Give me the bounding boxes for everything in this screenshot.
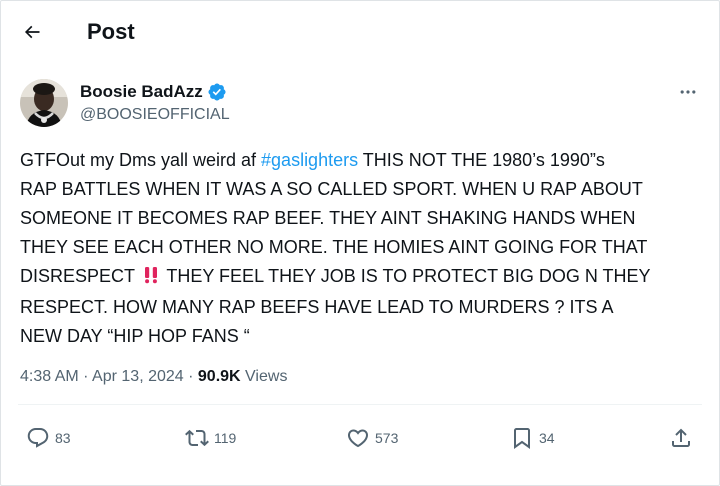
- tweet-text-segment: THEY FEEL THEY JOB IS TO PROTECT BIG DOG…: [161, 266, 651, 286]
- tweet-line: THEY SEE EACH OTHER NO MORE. THE HOMIES …: [20, 237, 648, 257]
- repost-icon: [185, 429, 209, 447]
- tweet-line: SOMEONE IT BECOMES RAP BEEF. THEY AINT S…: [20, 208, 636, 228]
- tweet-text-segment: THIS NOT THE 1980’s 1990”s: [358, 150, 605, 170]
- avatar[interactable]: [20, 79, 68, 127]
- back-arrow-icon: [24, 25, 40, 39]
- meta-separator: ·: [78, 368, 93, 385]
- bookmark-count: 34: [539, 430, 555, 446]
- author-display-name[interactable]: Boosie BadAzz: [80, 81, 203, 103]
- double-exclamation-emoji-icon: [142, 264, 160, 293]
- author-name-row: Boosie BadAzz: [80, 81, 227, 103]
- verified-badge-icon: [208, 83, 226, 101]
- author-handle[interactable]: @BOOSIEOFFICIAL: [80, 105, 230, 125]
- like-count: 573: [375, 430, 399, 446]
- more-button[interactable]: [672, 80, 704, 104]
- tweet-line: DISRESPECT THEY FEEL THEY JOB IS TO PROT…: [20, 262, 710, 293]
- share-button[interactable]: [669, 420, 693, 456]
- tweet-line: NEW DAY “HIP HOP FANS “: [20, 326, 250, 346]
- like-icon: [347, 429, 369, 448]
- page-header: Post: [0, 0, 720, 64]
- divider: [18, 404, 702, 405]
- repost-count: 119: [214, 430, 237, 446]
- post-time[interactable]: 4:38 AM: [20, 368, 79, 385]
- post-date[interactable]: Apr 13, 2024: [92, 368, 184, 385]
- share-icon: [672, 428, 690, 447]
- page-title: Post: [87, 19, 135, 44]
- back-button[interactable]: [14, 14, 50, 50]
- tweet-text-segment: GTFOut my Dms yall weird af: [20, 150, 262, 170]
- bookmark-icon: [514, 428, 530, 449]
- tweet-line: RESPECT. HOW MANY RAP BEEFS HAVE LEAD TO…: [20, 297, 614, 317]
- reply-button[interactable]: 83: [26, 420, 71, 456]
- avatar-image: [20, 79, 68, 127]
- more-icon: [680, 90, 696, 94]
- tweet-line: RAP BATTLES WHEN IT WAS A SO CALLED SPOR…: [20, 179, 643, 199]
- bookmark-button[interactable]: 34: [510, 420, 555, 456]
- views-label: Views: [245, 368, 288, 385]
- action-bar: 83 119 573 34: [0, 420, 720, 456]
- meta-separator: ·: [183, 368, 198, 385]
- post-meta: 4:38 AM · Apr 13, 2024 · 90.9K Views: [20, 366, 287, 388]
- repost-button[interactable]: 119: [185, 420, 236, 456]
- hashtag-link[interactable]: #gaslighters: [261, 150, 358, 170]
- reply-count: 83: [55, 430, 71, 446]
- like-button[interactable]: 573: [346, 420, 398, 456]
- tweet-text: GTFOut my Dms yall weird af #gaslighters…: [20, 146, 710, 351]
- tweet-line: GTFOut my Dms yall weird af #gaslighters…: [20, 146, 710, 175]
- reply-icon: [27, 428, 49, 448]
- tweet-text-segment: DISRESPECT: [20, 266, 140, 286]
- views-count: 90.9K: [197, 368, 241, 385]
